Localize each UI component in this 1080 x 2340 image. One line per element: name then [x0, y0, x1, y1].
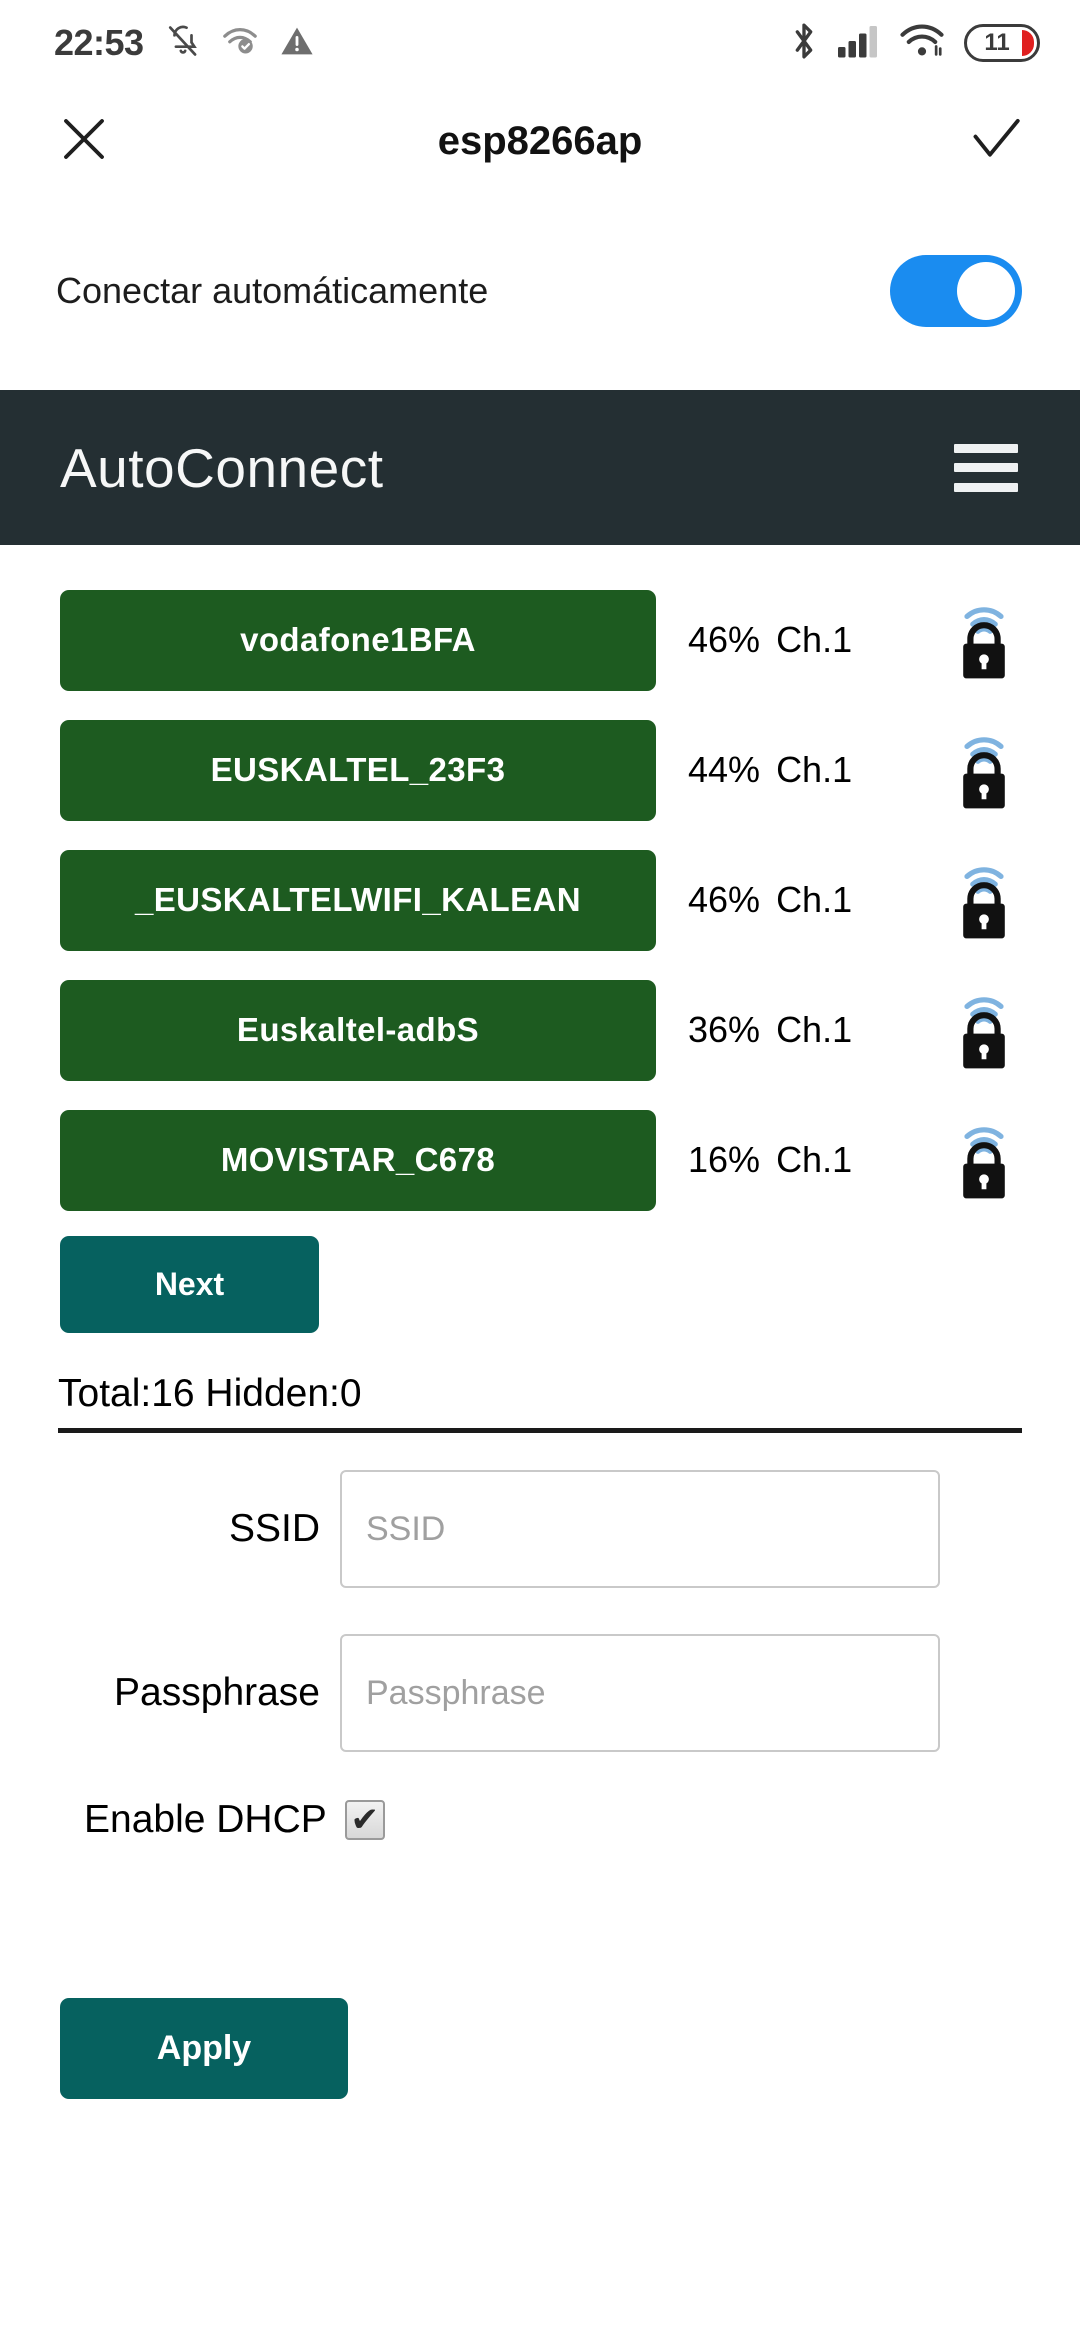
status-bar-right: 11: [790, 21, 1040, 66]
next-button-label: Next: [154, 1266, 225, 1302]
app-title-bar: esp8266ap: [0, 86, 1080, 196]
network-row[interactable]: _EUSKALTELWIFI_KALEAN 46% Ch.1: [0, 835, 1080, 965]
close-icon: [57, 112, 111, 171]
confirm-button[interactable]: [964, 109, 1028, 173]
network-secured-lock-icon: [948, 727, 1020, 813]
network-secured-lock-icon: [948, 1117, 1020, 1203]
auto-connect-row[interactable]: Conectar automáticamente: [0, 196, 1080, 386]
network-ssid-label: MOVISTAR_C678: [220, 1141, 496, 1178]
network-row[interactable]: Euskaltel-adbS 36% Ch.1: [0, 965, 1080, 1095]
network-ssid-button[interactable]: EUSKALTEL_23F3: [60, 719, 656, 821]
wifi-verified-icon: [222, 26, 258, 61]
network-totals: Total:16 Hidden:0: [58, 1372, 1022, 1433]
bluetooth-icon: [790, 21, 818, 66]
check-icon: [967, 110, 1025, 173]
network-meta: 46% Ch.1: [688, 619, 852, 661]
network-meta: 16% Ch.1: [688, 1139, 852, 1181]
wifi-credentials-form: SSID Passphrase Enable DHCP ✔: [0, 1470, 1080, 1842]
enable-dhcp-checkbox[interactable]: ✔: [344, 1800, 385, 1840]
network-signal-strength: 44%: [688, 749, 761, 790]
passphrase-input[interactable]: [340, 1634, 940, 1752]
cellular-signal-icon: [838, 23, 880, 64]
close-button[interactable]: [52, 109, 116, 173]
network-signal-strength: 36%: [688, 1009, 761, 1050]
ssid-label: SSID: [228, 1507, 320, 1550]
passphrase-label: Passphrase: [114, 1671, 320, 1714]
hamburger-line: [954, 463, 1018, 472]
next-button[interactable]: Next: [60, 1236, 319, 1333]
passphrase-row: Passphrase: [0, 1634, 1080, 1752]
network-channel: Ch.1: [776, 1009, 853, 1050]
network-ssid-label: EUSKALTEL_23F3: [210, 751, 506, 788]
ssid-row: SSID: [0, 1470, 1080, 1588]
network-meta: 36% Ch.1: [688, 1009, 852, 1051]
autoconnect-brand-bar: AutoConnect: [0, 390, 1080, 545]
network-secured-lock-icon: [948, 857, 1020, 943]
apply-button[interactable]: Apply: [60, 1998, 348, 2099]
auto-connect-label: Conectar automáticamente: [56, 270, 489, 311]
network-channel: Ch.1: [776, 619, 853, 660]
network-channel: Ch.1: [776, 749, 853, 790]
network-row[interactable]: EUSKALTEL_23F3 44% Ch.1: [0, 705, 1080, 835]
network-meta: 44% Ch.1: [688, 749, 852, 791]
battery-level-text: 11: [984, 29, 1010, 56]
hamburger-line: [954, 443, 1018, 453]
page-title: esp8266ap: [437, 118, 643, 163]
network-secured-lock-icon: [948, 597, 1020, 683]
brand-title: AutoConnect: [60, 436, 384, 499]
network-signal-strength: 46%: [688, 619, 761, 660]
status-bar: 22:53 11: [0, 0, 1080, 86]
network-ssid-label: vodafone1BFA: [240, 621, 476, 658]
network-row[interactable]: vodafone1BFA 46% Ch.1: [0, 575, 1080, 705]
network-meta: 46% Ch.1: [688, 879, 852, 921]
hamburger-menu-icon[interactable]: [954, 443, 1018, 492]
auto-connect-toggle[interactable]: [890, 255, 1022, 327]
battery-indicator: 11: [964, 24, 1040, 62]
network-ssid-button[interactable]: _EUSKALTELWIFI_KALEAN: [60, 849, 656, 951]
network-ssid-button[interactable]: MOVISTAR_C678: [60, 1109, 656, 1211]
dhcp-row[interactable]: Enable DHCP ✔: [0, 1798, 1080, 1842]
network-channel: Ch.1: [776, 1139, 853, 1180]
notifications-off-icon: [166, 22, 200, 65]
warning-triangle-icon: [280, 25, 314, 62]
battery-level-fill: [1022, 30, 1034, 56]
hamburger-line: [954, 482, 1018, 492]
checkbox-check-icon: ✔: [350, 1801, 380, 1839]
ssid-input[interactable]: [340, 1470, 940, 1588]
network-channel: Ch.1: [776, 879, 853, 920]
wifi-icon: [900, 23, 944, 64]
network-ssid-label: _EUSKALTELWIFI_KALEAN: [135, 881, 581, 918]
dhcp-label: Enable DHCP: [84, 1798, 327, 1841]
network-signal-strength: 16%: [688, 1139, 761, 1180]
network-signal-strength: 46%: [688, 879, 761, 920]
apply-button-label: Apply: [156, 2029, 252, 2067]
network-secured-lock-icon: [948, 987, 1020, 1073]
network-ssid-button[interactable]: Euskaltel-adbS: [60, 979, 656, 1081]
network-row[interactable]: MOVISTAR_C678 16% Ch.1: [0, 1095, 1080, 1225]
network-list: vodafone1BFA 46% Ch.1 EUSKALTEL_23F3 44%…: [0, 575, 1080, 1225]
network-ssid-button[interactable]: vodafone1BFA: [60, 589, 656, 691]
network-ssid-label: Euskaltel-adbS: [236, 1011, 480, 1048]
status-bar-left: 22:53: [54, 22, 314, 65]
status-bar-clock: 22:53: [54, 22, 144, 63]
toggle-knob: [957, 262, 1015, 320]
